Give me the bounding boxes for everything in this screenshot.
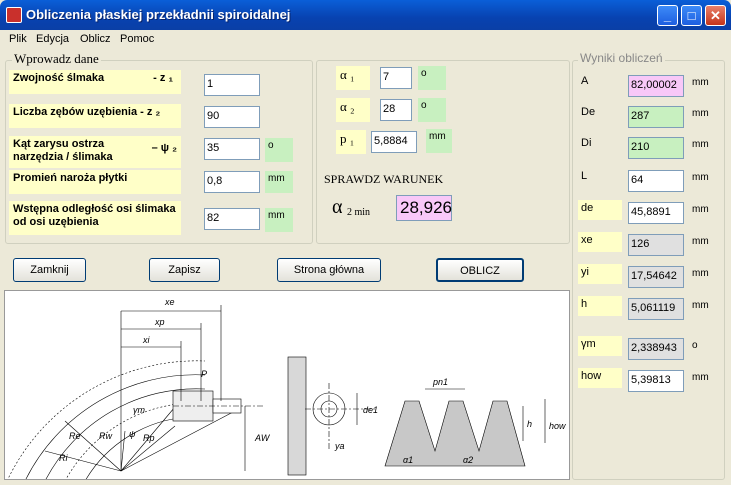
result-label-1: De bbox=[581, 106, 596, 118]
p1-label: p ₁ bbox=[336, 130, 366, 154]
result-value-3: 64 bbox=[628, 170, 684, 192]
result-unit-7: mm bbox=[692, 300, 709, 311]
field-z1-label: Zwojność ślmaka - z ₁ bbox=[9, 70, 181, 94]
save-button[interactable]: Zapisz bbox=[149, 258, 220, 282]
calculate-button[interactable]: OBLICZ bbox=[436, 258, 524, 282]
menu-plik[interactable]: Plik bbox=[9, 33, 27, 45]
xe-label: xe bbox=[164, 297, 175, 307]
alpha2min-value: 28,926 bbox=[396, 195, 452, 221]
distance-unit: mm bbox=[265, 208, 293, 232]
alpha2-diagram-label: α2 bbox=[463, 455, 473, 465]
maximize-button[interactable]: □ bbox=[681, 5, 702, 26]
alpha1-diagram-label: α1 bbox=[403, 455, 413, 465]
results-title: Wyniki obliczeń bbox=[578, 51, 665, 65]
psi-input[interactable]: 35 bbox=[204, 138, 260, 160]
rp-label: Rp bbox=[143, 433, 155, 443]
psi-unit: o bbox=[265, 138, 293, 162]
pn1-label: pn1 bbox=[432, 377, 448, 387]
result-value-1: 287 bbox=[628, 106, 684, 128]
result-value-5: 126 bbox=[628, 234, 684, 256]
radius-unit: mm bbox=[265, 171, 293, 193]
alpha2min-sub: 2 min bbox=[347, 207, 371, 218]
diagram-panel: xe xp xi P γm Re Rw ψ Rp Ri AW de1 ya pn… bbox=[4, 290, 570, 480]
result-unit-0: mm bbox=[692, 77, 709, 88]
field-distance-label: Wstępna odległość osi ślimaka od osi uzę… bbox=[9, 201, 181, 235]
alpha2-label: α ₂ bbox=[336, 98, 370, 122]
gamma-m-label: γm bbox=[133, 405, 146, 415]
field-z2-label: Liczba zębów uzębienia - z ₂ bbox=[9, 104, 181, 128]
menu-bar: Plik Edycja Oblicz Pomoc bbox=[3, 30, 728, 50]
z1-input[interactable]: 1 bbox=[204, 74, 260, 96]
result-label-9: how bbox=[578, 368, 622, 388]
result-value-2: 210 bbox=[628, 137, 684, 159]
close-button[interactable]: Zamknij bbox=[13, 258, 86, 282]
minimize-button[interactable]: _ bbox=[657, 5, 678, 26]
result-label-4: de bbox=[578, 200, 622, 220]
p1-unit: mm bbox=[426, 129, 452, 153]
p1-input[interactable]: 5,8884 bbox=[371, 131, 417, 153]
window-title: Obliczenia płaskiej przekładnii spiroida… bbox=[26, 7, 291, 22]
home-button[interactable]: Strona główna bbox=[277, 258, 381, 282]
de1-label: de1 bbox=[363, 405, 378, 415]
h-label: h bbox=[527, 419, 532, 429]
ri-label: Ri bbox=[59, 453, 68, 463]
result-value-7: 5,061119 bbox=[628, 298, 684, 320]
result-label-8: γm bbox=[578, 336, 622, 356]
alpha2min-symbol: α bbox=[332, 196, 343, 218]
aw-label: AW bbox=[254, 433, 271, 443]
result-value-4: 45,8891 bbox=[628, 202, 684, 224]
radius-input[interactable]: 0,8 bbox=[204, 171, 260, 193]
app-icon bbox=[6, 7, 22, 23]
alpha2-unit: o bbox=[418, 98, 446, 122]
alpha1-unit: o bbox=[418, 66, 446, 90]
p-label: P bbox=[201, 369, 207, 379]
ya-label: ya bbox=[334, 441, 345, 451]
result-value-6: 17,54642 bbox=[628, 266, 684, 288]
title-bar: Obliczenia płaskiej przekładnii spiroida… bbox=[0, 0, 731, 30]
distance-input[interactable]: 82 bbox=[204, 208, 260, 230]
close-window-button[interactable]: ✕ bbox=[705, 5, 726, 26]
menu-oblicz[interactable]: Oblicz bbox=[80, 33, 111, 45]
result-label-0: A bbox=[581, 75, 589, 87]
result-label-3: L bbox=[581, 170, 588, 182]
gear-schematic-diagram: xe xp xi P γm Re Rw ψ Rp Ri AW de1 ya pn… bbox=[7, 297, 566, 479]
result-unit-9: mm bbox=[692, 372, 709, 383]
alpha1-input[interactable]: 7 bbox=[380, 67, 412, 89]
result-label-6: yi bbox=[578, 264, 622, 284]
input-group-title: Wprowadz dane bbox=[12, 51, 101, 67]
result-value-9: 5,39813 bbox=[628, 370, 684, 392]
check-condition-title: SPRAWDZ WARUNEK bbox=[324, 172, 444, 186]
result-label-2: Di bbox=[581, 137, 592, 149]
field-psi-label: Kąt zarysu ostrza narzędzia / ślimaka – … bbox=[9, 136, 181, 168]
z2-input[interactable]: 90 bbox=[204, 106, 260, 128]
alpha2-input[interactable]: 28 bbox=[380, 99, 412, 121]
result-label-5: xe bbox=[578, 232, 622, 252]
xp-label: xp bbox=[154, 317, 165, 327]
re-label: Re bbox=[69, 431, 81, 441]
rw-label: Rw bbox=[99, 431, 112, 441]
result-unit-2: mm bbox=[692, 139, 709, 150]
result-label-7: h bbox=[578, 296, 622, 316]
result-unit-6: mm bbox=[692, 268, 709, 279]
xi-label: xi bbox=[142, 335, 151, 345]
alpha1-label: α ₁ bbox=[336, 66, 370, 90]
result-unit-5: mm bbox=[692, 236, 709, 247]
result-unit-3: mm bbox=[692, 172, 709, 183]
result-value-0: 82,00002 bbox=[628, 75, 684, 97]
result-unit-8: o bbox=[692, 340, 698, 351]
psi-label: ψ bbox=[129, 429, 136, 439]
how-label: how bbox=[549, 421, 566, 431]
result-unit-1: mm bbox=[692, 108, 709, 119]
menu-pomoc[interactable]: Pomoc bbox=[120, 33, 154, 45]
result-unit-4: mm bbox=[692, 204, 709, 215]
menu-edycja[interactable]: Edycja bbox=[36, 33, 69, 45]
field-radius-label: Promień naroża płytki bbox=[9, 170, 181, 194]
result-value-8: 2,338943 bbox=[628, 338, 684, 360]
